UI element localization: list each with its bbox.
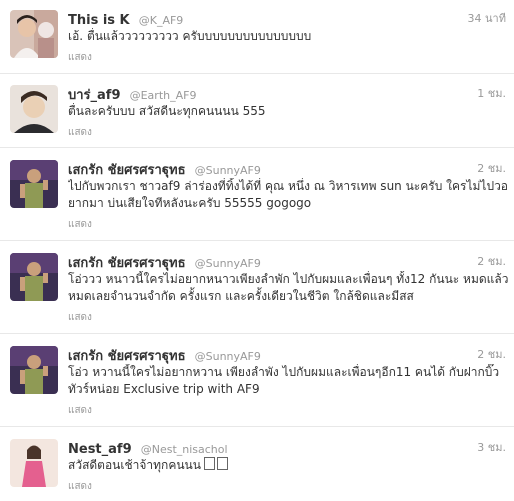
tweet-item[interactable]: บาร่_af9 @Earth_AF9 1 ชม. ตื่นละครับบบ ส… [0, 74, 514, 148]
tweet-header: Nest_af9 @Nest_nisachol 3 ชม. [68, 438, 506, 457]
author-name[interactable]: เสกรัก ชัยศรศราฐุทธ [68, 163, 186, 178]
tweet-item[interactable]: This is K @K_AF9 34 นาที เอ้. ตื่นแล้ววว… [0, 0, 514, 74]
author-handle[interactable]: @SunnyAF9 [195, 257, 261, 270]
tweet-header: บาร่_af9 @Earth_AF9 1 ชม. [68, 84, 506, 103]
tweet-item[interactable]: Nest_af9 @Nest_nisachol 3 ชม. สวัสดีตอนเ… [0, 427, 514, 501]
expand-link[interactable]: แสดง [68, 50, 92, 65]
avatar[interactable] [10, 253, 58, 301]
tweet-timestamp[interactable]: 2 ชม. [477, 252, 506, 270]
author-name[interactable]: Nest_af9 [68, 442, 132, 457]
tweet-timeline: This is K @K_AF9 34 นาที เอ้. ตื่นแล้ววว… [0, 0, 514, 501]
avatar[interactable] [10, 439, 58, 487]
tweet-text: โอ่ววว หนาวนี้ใครไม่อยากหนาวเพียงลำพัก ไ… [68, 272, 509, 303]
tweet-header: This is K @K_AF9 34 นาที [68, 9, 506, 28]
author-handle[interactable]: @Earth_AF9 [130, 89, 197, 102]
tweet-item[interactable]: เสกรัก ชัยศรศราฐุทธ @SunnyAF9 2 ชม. โอ่ว… [0, 334, 514, 427]
tweet-text: โอ่ว หวานนี้ใครไม่อยากหวาน เพียงลำพัง ไป… [68, 365, 500, 396]
author-name[interactable]: This is K [68, 13, 130, 28]
tweet-header: เสกรัก ชัยศรศราฐุทธ @SunnyAF9 2 ชม. [68, 252, 506, 271]
author-name[interactable]: บาร่_af9 [68, 88, 121, 103]
expand-link[interactable]: แสดง [68, 479, 92, 494]
tweet-text: ไปกับพวกเรา ชาวaf9 ล่าร่องที่ทิ้งได้ที่ … [68, 179, 509, 210]
author-handle[interactable]: @K_AF9 [139, 14, 184, 27]
tweet-timestamp[interactable]: 2 ชม. [477, 159, 506, 177]
author-handle[interactable]: @SunnyAF9 [195, 350, 261, 363]
expand-link[interactable]: แสดง [68, 125, 92, 140]
tweet-text: ตื่นละครับบบ สวัสดีนะทุกคนนนน 555 [68, 104, 266, 118]
avatar[interactable] [10, 85, 58, 133]
tweet-timestamp[interactable]: 3 ชม. [477, 438, 506, 456]
emoji-icon [216, 457, 228, 470]
author-handle[interactable]: @Nest_nisachol [141, 443, 228, 456]
tweet-header: เสกรัก ชัยศรศราฐุทธ @SunnyAF9 2 ชม. [68, 345, 506, 364]
author-handle[interactable]: @SunnyAF9 [195, 164, 261, 177]
expand-link[interactable]: แสดง [68, 310, 92, 325]
tweet-timestamp[interactable]: 2 ชม. [477, 345, 506, 363]
expand-link[interactable]: แสดง [68, 217, 92, 232]
tweet-header: เสกรัก ชัยศรศราฐุทธ @SunnyAF9 2 ชม. [68, 159, 506, 178]
author-name[interactable]: เสกรัก ชัยศรศราฐุทธ [68, 256, 186, 271]
tweet-item[interactable]: เสกรัก ชัยศรศราฐุทธ @SunnyAF9 2 ชม. โอ่ว… [0, 241, 514, 334]
author-name[interactable]: เสกรัก ชัยศรศราฐุทธ [68, 349, 186, 364]
tweet-timestamp[interactable]: 34 นาที [468, 9, 506, 27]
tweet-text: สวัสดีตอนเช้าจ้าทุกคนนน [68, 457, 510, 474]
avatar[interactable] [10, 346, 58, 394]
avatar[interactable] [10, 10, 58, 58]
tweet-timestamp[interactable]: 1 ชม. [477, 84, 506, 102]
tweet-text: เอ้. ตื่นแล้ววววววววว ครับบบบบบบบบบบบบบบ [68, 29, 312, 43]
avatar[interactable] [10, 160, 58, 208]
tweet-text-content: สวัสดีตอนเช้าจ้าทุกคนนน [68, 458, 201, 472]
tweet-item[interactable]: เสกรัก ชัยศรศราฐุทธ @SunnyAF9 2 ชม. ไปกั… [0, 148, 514, 241]
expand-link[interactable]: แสดง [68, 403, 92, 418]
emoji-icon [203, 457, 215, 470]
